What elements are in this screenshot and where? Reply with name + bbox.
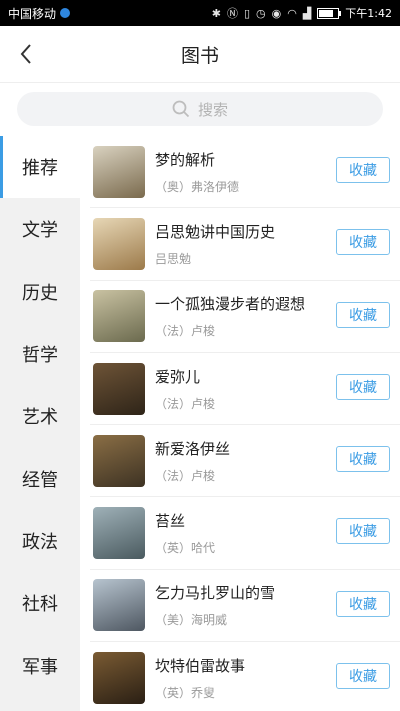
sidebar-item-label: 哲学 — [22, 345, 58, 367]
favorite-button[interactable]: 收藏 — [336, 518, 390, 545]
sidebar-item-military[interactable]: 军事 — [0, 634, 80, 696]
eye-icon: ◉ — [271, 6, 282, 20]
list-item[interactable]: 一个孤独漫步者的遐想 （法）卢梭 收藏 — [90, 281, 400, 353]
alarm-icon: ◷ — [256, 6, 266, 20]
carrier-badge-icon — [60, 8, 71, 18]
favorite-button[interactable]: 收藏 — [336, 157, 390, 183]
sidebar-item-label: 推荐 — [22, 158, 58, 180]
book-cover-image — [93, 362, 145, 415]
book-cover-image — [93, 217, 145, 270]
sidebar-item-recommend[interactable]: 推荐 — [0, 136, 80, 199]
sidebar-item-label: 政法 — [22, 531, 58, 553]
sidebar-item-label: 艺术 — [22, 407, 58, 429]
sidebar-item-history[interactable]: 历史 — [0, 261, 80, 323]
vibrate-icon: ▯ — [243, 6, 250, 20]
carrier-label: 中国移动 — [8, 6, 57, 21]
sidebar-item-label: 历史 — [22, 282, 58, 304]
book-cover-image — [93, 290, 145, 343]
book-cover-image — [93, 434, 145, 487]
sidebar-item-label: 文学 — [22, 220, 58, 242]
status-right: ✱ Ⓝ ▯ ◷ ◉ ◠ ▟ 下午1:42 — [212, 5, 392, 21]
book-cover-image — [93, 507, 145, 560]
sidebar-item-label: 军事 — [22, 656, 58, 678]
list-item[interactable]: 新爱洛伊丝 （法）卢梭 收藏 — [90, 425, 400, 498]
sidebar-item-literature[interactable]: 文学 — [0, 198, 80, 260]
search-placeholder: 搜索 — [197, 100, 228, 119]
favorite-button[interactable]: 收藏 — [336, 663, 390, 690]
signal-icon: ▟ — [302, 6, 312, 20]
favorite-button[interactable]: 收藏 — [336, 301, 390, 328]
chevron-left-icon — [20, 44, 31, 64]
back-button[interactable] — [10, 38, 42, 70]
sidebar-item-economics[interactable]: 经管 — [0, 447, 80, 509]
book-list: 梦的解析 （奥）弗洛伊德 收藏 吕思勉讲中国历史 吕思勉 收藏 一个孤独漫步者的… — [80, 136, 400, 711]
sidebar-item-law[interactable]: 政法 — [0, 510, 80, 572]
book-cover-image — [93, 579, 145, 632]
list-item[interactable]: 梦的解析 （奥）弗洛伊德 收藏 — [90, 136, 400, 209]
header: 图书 — [0, 26, 400, 83]
sidebar-item-social-science[interactable]: 社科 — [0, 572, 80, 634]
search-icon — [172, 100, 190, 118]
page-title: 图书 — [180, 44, 219, 67]
list-item[interactable]: 吕思勉讲中国历史 吕思勉 收藏 — [90, 208, 400, 281]
list-item[interactable]: 爱弥儿 （法）卢梭 收藏 — [90, 353, 400, 426]
battery-icon — [317, 7, 342, 19]
clock: 下午1:42 — [345, 7, 392, 20]
sidebar-item-label: 经管 — [22, 469, 58, 491]
book-cover-image — [93, 651, 145, 704]
wifi-icon: ◠ — [287, 6, 297, 20]
battery-fill — [319, 9, 333, 17]
search-bar-container: 搜索 — [0, 82, 400, 136]
sidebar-item-art[interactable]: 艺术 — [0, 385, 80, 447]
bluetooth-icon: ✱ — [211, 6, 221, 20]
list-item[interactable]: 苔丝 （英）哈代 收藏 — [90, 497, 400, 570]
favorite-button[interactable]: 收藏 — [336, 446, 390, 473]
status-left: 中国移动 — [8, 5, 71, 22]
sidebar-item-label: 社科 — [22, 594, 58, 616]
list-item[interactable]: 坎特伯雷故事 （英）乔叟 收藏 — [90, 642, 400, 711]
favorite-button[interactable]: 收藏 — [336, 590, 390, 617]
favorite-button[interactable]: 收藏 — [336, 229, 390, 256]
favorite-button[interactable]: 收藏 — [336, 373, 390, 400]
nfc-icon: Ⓝ — [226, 7, 238, 20]
list-item[interactable]: 乞力马扎罗山的雪 （美）海明威 收藏 — [90, 570, 400, 643]
status-bar: 中国移动 ✱ Ⓝ ▯ ◷ ◉ ◠ ▟ 下午1:42 — [0, 0, 400, 26]
sidebar-item-philosophy[interactable]: 哲学 — [0, 323, 80, 385]
book-cover-image — [93, 145, 145, 198]
category-sidebar: 推荐 文学 历史 哲学 艺术 经管 政法 社科 军事 — [0, 136, 80, 711]
search-input[interactable]: 搜索 — [17, 92, 383, 126]
